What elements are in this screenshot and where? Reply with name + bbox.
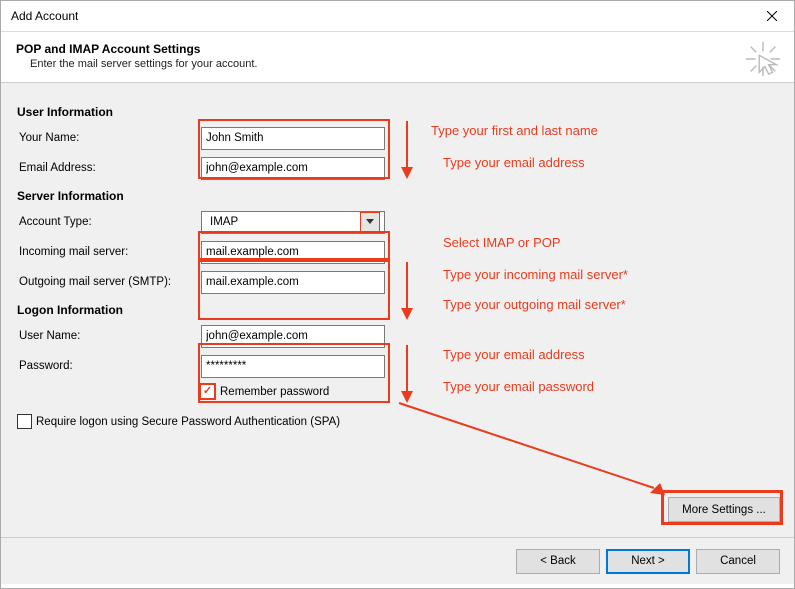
annot-outgoing: Type your outgoing mail server* — [443, 297, 626, 312]
your-name-input[interactable] — [201, 127, 385, 150]
outgoing-server-input[interactable] — [201, 271, 385, 294]
chevron-down-icon — [366, 219, 374, 225]
annot-user: Type your email address — [443, 347, 585, 362]
dropdown-button[interactable] — [360, 212, 380, 233]
checkbox-unchecked-icon — [17, 414, 32, 429]
spa-label: Require logon using Secure Password Auth… — [36, 416, 340, 428]
wizard-footer: < Back Next > Cancel — [1, 537, 794, 584]
arrow-user-icon — [399, 121, 419, 184]
section-server-info: Server Information — [17, 189, 778, 203]
account-type-select[interactable]: IMAP — [201, 211, 385, 234]
arrow-logon-icon — [399, 345, 419, 408]
account-type-label: Account Type: — [17, 216, 201, 228]
section-user-info: User Information — [17, 105, 778, 119]
arrow-server-icon — [399, 262, 419, 325]
email-address-label: Email Address: — [17, 162, 201, 174]
your-name-label: Your Name: — [17, 132, 201, 144]
email-address-input[interactable] — [201, 157, 385, 180]
wizard-header: POP and IMAP Account Settings Enter the … — [1, 32, 794, 83]
back-button[interactable]: < Back — [516, 549, 600, 574]
annot-name: Type your first and last name — [431, 123, 598, 138]
section-logon-info: Logon Information — [17, 303, 778, 317]
account-type-value: IMAP — [206, 216, 238, 228]
incoming-server-input[interactable] — [201, 241, 385, 264]
cancel-button[interactable]: Cancel — [696, 549, 780, 574]
arrow-more-settings-icon — [399, 403, 679, 506]
username-label: User Name: — [17, 330, 201, 342]
titlebar: Add Account — [1, 1, 794, 32]
password-input[interactable] — [201, 355, 385, 378]
checkbox-checked-icon: ✓ — [199, 383, 216, 400]
annot-pass: Type your email password — [443, 379, 594, 394]
header-title: POP and IMAP Account Settings — [16, 42, 779, 56]
header-subtitle: Enter the mail server settings for your … — [30, 58, 779, 70]
add-account-window: Add Account POP and IMAP Account Setting… — [0, 0, 795, 589]
annot-incoming: Type your incoming mail server* — [443, 267, 628, 282]
wizard-cursor-icon — [744, 40, 782, 81]
password-label: Password: — [17, 360, 201, 372]
remember-password-label: Remember password — [220, 386, 329, 398]
next-button[interactable]: Next > — [606, 549, 690, 574]
highlight-more-settings — [661, 490, 783, 525]
close-button[interactable] — [749, 1, 794, 31]
username-input[interactable] — [201, 325, 385, 348]
outgoing-server-label: Outgoing mail server (SMTP): — [17, 276, 201, 288]
wizard-body: User Information Your Name: Email Addres… — [1, 83, 794, 584]
annot-type: Select IMAP or POP — [443, 235, 561, 250]
annot-email: Type your email address — [443, 155, 585, 170]
incoming-server-label: Incoming mail server: — [17, 246, 201, 258]
window-title: Add Account — [11, 9, 78, 23]
close-icon — [767, 11, 777, 21]
